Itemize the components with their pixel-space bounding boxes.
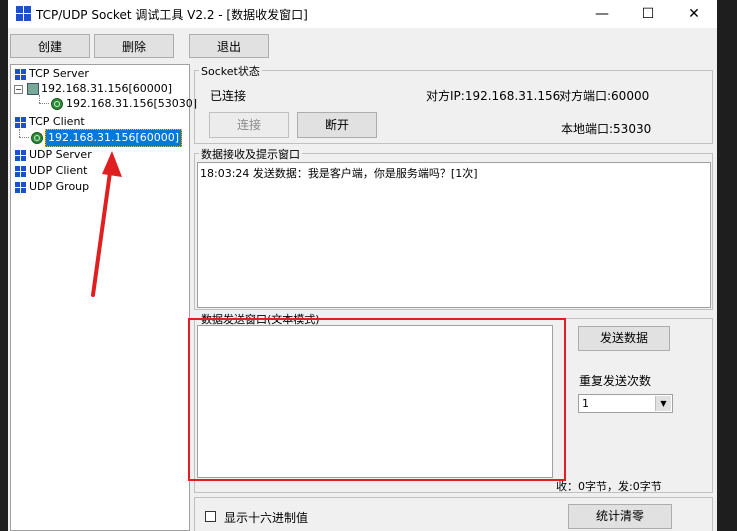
- tree-item-tcp-server-child[interactable]: 192.168.31.156[53030]: [66, 96, 197, 112]
- close-button[interactable]: ✕: [671, 0, 717, 28]
- udp-client-icon: [15, 166, 26, 177]
- udp-group-icon: [15, 182, 26, 193]
- tcp-client-icon: [15, 117, 26, 128]
- annotation-arrow-icon: [91, 151, 122, 297]
- maximize-button[interactable]: ☐: [625, 0, 671, 28]
- repeat-count-value: 1: [582, 397, 589, 410]
- background-editor-left: [0, 0, 8, 531]
- window-title: TCP/UDP Socket 调试工具 V2.2 - [数据收发窗口]: [36, 8, 308, 22]
- remote-ip: 对方IP:192.168.31.156: [426, 89, 561, 103]
- chevron-down-icon[interactable]: ▼: [655, 396, 671, 411]
- receive-label: 数据接收及提示窗口: [199, 146, 302, 162]
- hex-checkbox[interactable]: [205, 511, 216, 522]
- app-window: TCP/UDP Socket 调试工具 V2.2 - [数据收发窗口] — ☐ …: [8, 0, 717, 531]
- minimize-button[interactable]: —: [579, 0, 625, 28]
- app-icon: [16, 6, 32, 22]
- disconnect-button[interactable]: 断开: [297, 112, 377, 138]
- remote-port: 对方端口:60000: [559, 89, 650, 103]
- create-button[interactable]: 创建: [10, 34, 90, 58]
- tree-line: [39, 95, 41, 103]
- repeat-count-select[interactable]: 1 ▼: [578, 394, 673, 413]
- receive-line: 18:03:24 发送数据：我是客户端，你是服务端吗？[1次]: [200, 167, 478, 180]
- server-node-icon: [27, 83, 39, 95]
- udp-server-icon: [15, 150, 26, 161]
- title-bar: TCP/UDP Socket 调试工具 V2.2 - [数据收发窗口] — ☐ …: [8, 0, 717, 28]
- receive-textarea[interactable]: 18:03:24 发送数据：我是客户端，你是服务端吗？[1次]: [197, 162, 711, 308]
- connection-state: 已连接: [210, 89, 247, 103]
- exit-button[interactable]: 退出: [189, 34, 269, 58]
- tree-item-tcp-client[interactable]: TCP Client: [29, 114, 85, 130]
- background-editor-right: [717, 0, 737, 531]
- repeat-count-label: 重复发送次数: [579, 374, 652, 388]
- tree-item-tcp-server-node[interactable]: 192.168.31.156[60000]: [41, 81, 172, 97]
- annotation-highlight-box: [188, 318, 566, 481]
- socket-status-label: Socket状态: [199, 63, 262, 79]
- tree-line: [39, 103, 49, 105]
- connect-button[interactable]: 连接: [209, 112, 289, 138]
- connection-globe-icon: [51, 98, 63, 110]
- tree-line: [19, 137, 29, 139]
- clear-stats-button[interactable]: 统计清零: [568, 504, 672, 529]
- tree-item-tcp-server[interactable]: TCP Server: [29, 66, 89, 82]
- hex-checkbox-label: 显示十六进制值: [224, 511, 309, 525]
- tcp-server-icon: [15, 69, 26, 80]
- send-data-button[interactable]: 发送数据: [578, 326, 670, 351]
- byte-stats: 收：0字节，发:0字节: [556, 480, 662, 493]
- delete-button[interactable]: 删除: [94, 34, 174, 58]
- local-port: 本地端口:53030: [561, 122, 652, 136]
- connection-globe-icon: [31, 132, 43, 144]
- tree-line: [19, 129, 21, 137]
- expand-toggle-icon[interactable]: −: [14, 85, 23, 94]
